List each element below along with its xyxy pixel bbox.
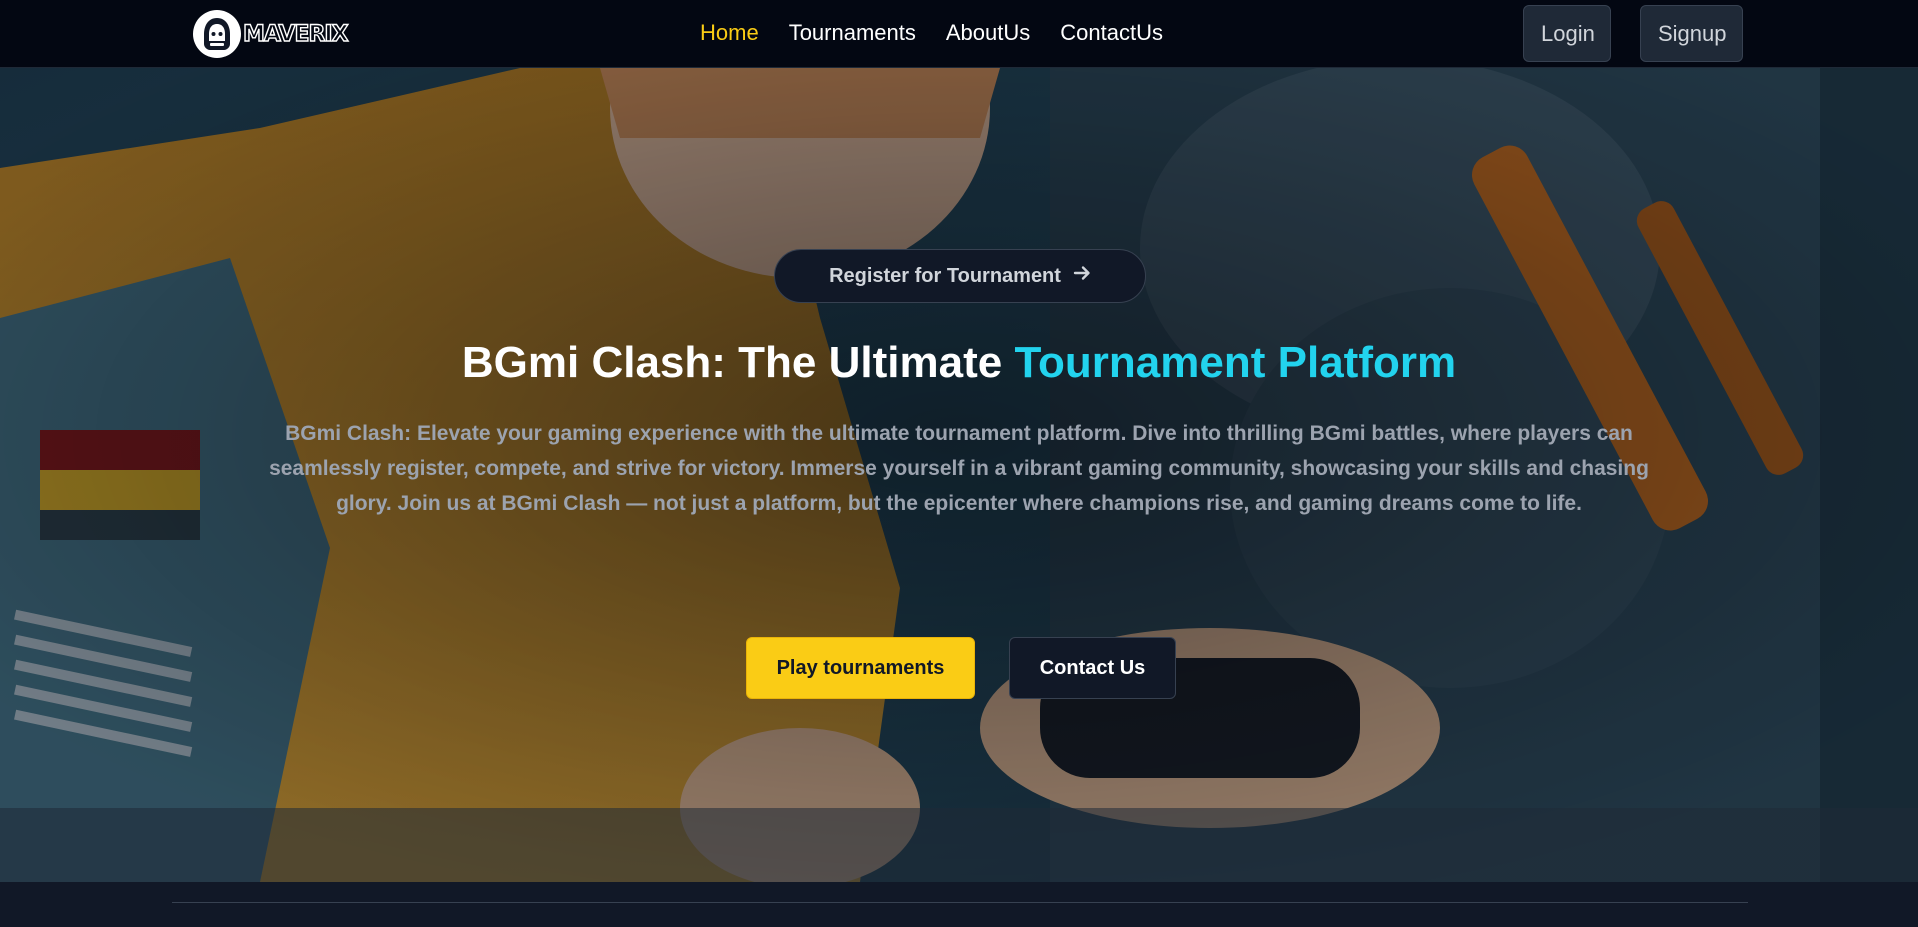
main-nav: Home Tournaments AboutUs ContactUs <box>700 20 1163 46</box>
footer-strip <box>0 882 1918 927</box>
arrow-right-icon <box>1073 264 1091 288</box>
play-tournaments-button[interactable]: Play tournaments <box>746 637 975 699</box>
nav-link-about-us[interactable]: AboutUs <box>946 20 1030 46</box>
hero-bottom-band <box>0 808 1918 882</box>
contact-us-button[interactable]: Contact Us <box>1009 637 1176 699</box>
hero-title: BGmi Clash: The Ultimate Tournament Plat… <box>0 338 1918 388</box>
hero-description: BGmi Clash: Elevate your gaming experien… <box>269 422 1649 515</box>
top-navbar: MAVERIX Home Tournaments AboutUs Contact… <box>0 0 1918 68</box>
footer-divider <box>172 902 1748 903</box>
brand-logo-link[interactable]: MAVERIX <box>193 10 349 58</box>
nav-link-contact-us[interactable]: ContactUs <box>1060 20 1163 46</box>
signup-button[interactable]: Signup <box>1640 5 1743 62</box>
register-for-tournament-button[interactable]: Register for Tournament <box>774 249 1146 303</box>
brand-name: MAVERIX <box>242 21 349 47</box>
hero-section: Register for Tournament BGmi Clash: The … <box>0 68 1918 882</box>
login-button[interactable]: Login <box>1523 5 1611 62</box>
hero-title-main: BGmi Clash: The Ultimate <box>461 338 1015 387</box>
nav-link-tournaments[interactable]: Tournaments <box>789 20 916 46</box>
register-label: Register for Tournament <box>829 264 1061 287</box>
hero-title-accent: Tournament Platform <box>1014 338 1457 387</box>
hooded-gamer-icon <box>193 10 241 58</box>
nav-link-home[interactable]: Home <box>700 20 759 46</box>
